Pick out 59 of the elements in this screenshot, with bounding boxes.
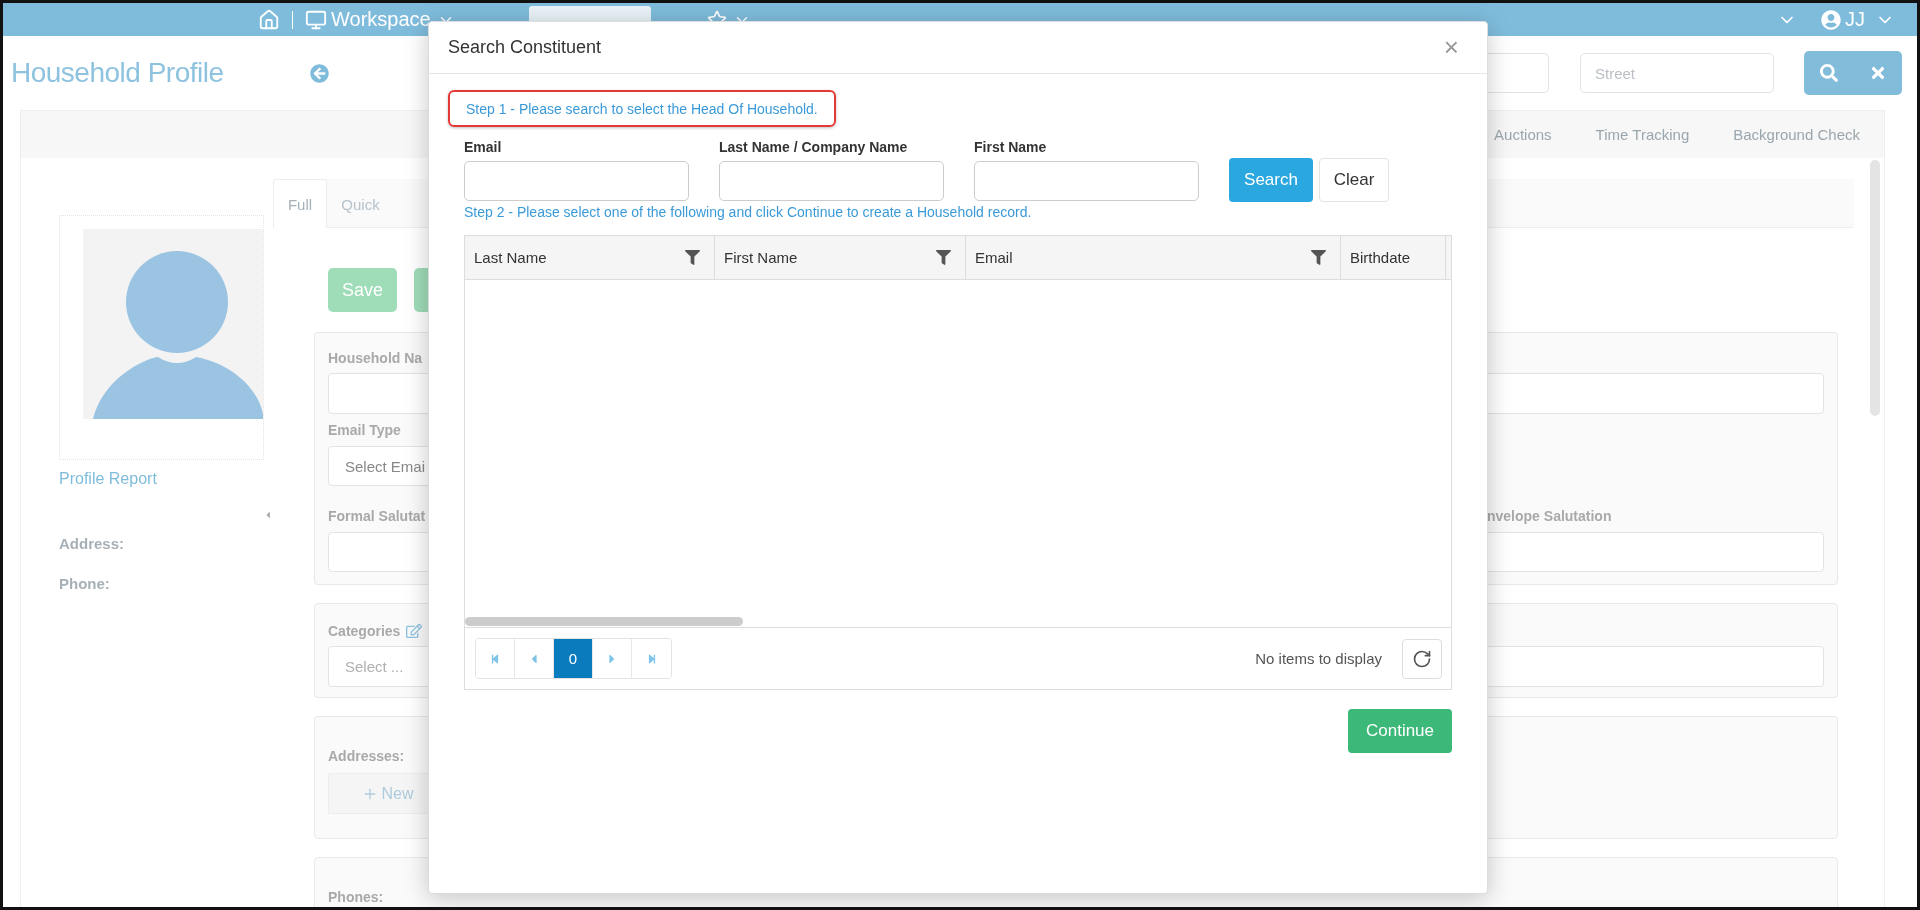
avatar-icon	[83, 229, 263, 419]
clear-button[interactable]: Clear	[1319, 158, 1389, 202]
scrollbar-thumb[interactable]	[1870, 160, 1880, 416]
street-field[interactable]: Street	[1580, 53, 1774, 93]
close-button[interactable]: ×	[1443, 32, 1459, 63]
save-button[interactable]: Save	[328, 268, 397, 312]
step-instruction: Step 1 - Please search to select the Head Of Household.	[466, 100, 818, 117]
column-header[interactable]: Birthdate	[1341, 236, 1446, 279]
continue-button[interactable]: Continue	[1348, 709, 1452, 753]
column-header[interactable]: Last Name	[465, 236, 715, 279]
field-label: nvelope Salutation	[1486, 507, 1612, 526]
filter-icon[interactable]	[1311, 250, 1326, 265]
monitor-icon[interactable]	[305, 8, 327, 31]
user-initials[interactable]: JJ	[1845, 8, 1865, 31]
text-field[interactable]	[1485, 646, 1824, 687]
page-title: Household Profile	[11, 57, 224, 89]
field-label: Household Na	[328, 349, 423, 368]
field-label: Email	[464, 139, 503, 155]
refresh-icon	[1412, 648, 1432, 669]
section-label: Addresses:	[328, 747, 405, 766]
field-label: Formal Salutat	[328, 507, 426, 526]
first-page-icon	[490, 653, 500, 664]
refresh-button[interactable]	[1402, 638, 1442, 679]
column-header[interactable]: Email	[966, 236, 1341, 279]
module-tab[interactable]: Auctions	[1494, 126, 1552, 143]
search-input[interactable]	[719, 161, 944, 201]
profile-report-link[interactable]: Profile Report	[59, 470, 273, 488]
column-header[interactable]: First Name	[715, 236, 966, 279]
info-label: Phone:	[59, 575, 111, 592]
first-page-button[interactable]	[476, 639, 515, 678]
home-icon[interactable]	[258, 8, 280, 31]
section-label: Phones:	[328, 888, 384, 907]
module-tab[interactable]: Time Tracking	[1595, 126, 1690, 143]
search-input[interactable]	[974, 161, 1199, 201]
field-label: Email Type	[328, 421, 401, 440]
module-tab[interactable]: Background Check	[1733, 126, 1860, 143]
user-icon[interactable]	[1821, 9, 1841, 30]
page-button[interactable]: 0	[554, 639, 593, 678]
form-tab[interactable]: Quick	[327, 179, 394, 228]
dialog-title: Search Constituent	[448, 37, 602, 58]
search-input[interactable]	[464, 161, 689, 201]
envelope-salutation-field[interactable]	[1485, 532, 1824, 572]
text-field[interactable]	[1485, 373, 1824, 414]
workspace-menu[interactable]: Workspace	[331, 8, 431, 31]
search-icon	[1819, 64, 1838, 82]
back-arrow-icon[interactable]	[309, 63, 329, 83]
filter-icon[interactable]	[936, 250, 951, 265]
step-instruction: Step 2 - Please select one of the following and click Continue to create a Household record.	[464, 204, 1032, 220]
field-label: First Name	[974, 139, 1048, 155]
info-label: Address:	[59, 535, 126, 552]
scrollbar-thumb[interactable]	[465, 617, 743, 626]
filter-icon[interactable]	[685, 250, 700, 265]
field-label: Last Name / Company Name	[719, 139, 909, 155]
search-button[interactable]: Search	[1229, 158, 1313, 202]
last-page-icon	[646, 653, 657, 664]
pager-status: No items to display	[1255, 650, 1382, 667]
edit-icon[interactable]	[406, 623, 423, 639]
form-tab[interactable]: Full	[273, 179, 327, 228]
field-label: Categories	[328, 622, 401, 641]
